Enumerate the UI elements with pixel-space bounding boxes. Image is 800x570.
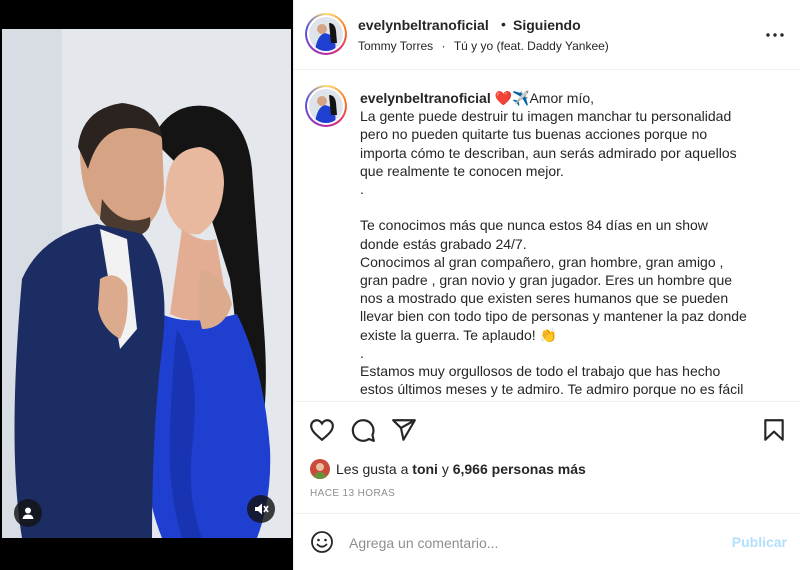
likes-prefix: Les gusta a	[336, 461, 409, 477]
music-artist: Tommy Torres	[358, 39, 434, 53]
post-photo[interactable]	[2, 29, 291, 538]
mute-button[interactable]	[247, 495, 275, 523]
publish-button[interactable]: Publicar	[732, 534, 787, 550]
header-username[interactable]: evelynbeltranoficial	[358, 17, 489, 33]
post-side-panel: evelynbeltranoficial • Siguiendo Tommy T…	[293, 0, 800, 570]
caption-line: nos a mostrado que existen seres humanos…	[360, 290, 729, 307]
avatar-image	[309, 17, 343, 51]
caption-line: gran padre , gran novio y gran jugador. …	[360, 272, 733, 289]
likes-count[interactable]: 6,966 personas más	[453, 461, 586, 477]
caption-line: Estamos muy orgullosos de todo el trabaj…	[360, 363, 721, 380]
post-actions: Les gusta a toni y 6,966 personas más HA…	[294, 401, 800, 513]
caption-line: que realmente te conocen mejor.	[360, 162, 564, 179]
share-button[interactable]	[391, 417, 417, 443]
emoji-button[interactable]	[310, 530, 334, 554]
music-info[interactable]: Tommy Torres · Tú y yo (feat. Daddy Yank…	[358, 39, 609, 53]
save-button[interactable]	[761, 417, 787, 443]
bookmark-icon	[764, 419, 784, 441]
couple-photo-illustration	[2, 29, 291, 538]
caption-line: ❤️✈️Amor mío,	[490, 90, 595, 106]
caption-text: evelynbeltranoficial ❤️✈️Amor mío, La ge…	[360, 89, 785, 398]
caption-line: llevar bien con todo tipo de personas y …	[360, 308, 747, 325]
caption-line: existe la guerra. Te aplaudo! 👏	[360, 326, 557, 343]
more-horizontal-icon	[766, 33, 784, 37]
caption-first-line: evelynbeltranoficial ❤️✈️Amor mío,	[360, 89, 785, 107]
more-options-button[interactable]	[766, 26, 784, 44]
comment-button[interactable]	[350, 417, 376, 443]
caption-line: pero no pueden quitarte tus buenas accio…	[360, 126, 708, 143]
heart-icon	[310, 419, 334, 442]
caption-avatar[interactable]	[305, 85, 347, 127]
user-tag-button[interactable]	[14, 499, 42, 527]
user-tag-icon	[22, 507, 34, 519]
following-button[interactable]: Siguiendo	[513, 17, 581, 33]
caption-line: donde estás grabado 24/7.	[360, 235, 527, 252]
caption-line: estos últimos meses y te admiro. Te admi…	[360, 381, 744, 398]
comment-input[interactable]	[349, 532, 709, 554]
liker-username[interactable]: toni	[412, 461, 438, 477]
emoji-icon	[311, 531, 333, 553]
caption-line: .	[360, 344, 364, 361]
comment-icon	[351, 419, 375, 442]
caption-line: Conocimos al gran compañero, gran hombre…	[360, 253, 724, 270]
caption-username[interactable]: evelynbeltranoficial	[360, 90, 491, 106]
caption-line: .	[360, 181, 364, 198]
music-separator: ·	[441, 39, 446, 53]
post-header: evelynbeltranoficial • Siguiendo Tommy T…	[294, 0, 800, 70]
share-icon	[392, 419, 416, 441]
caption-section: evelynbeltranoficial ❤️✈️Amor mío, La ge…	[294, 71, 800, 401]
header-separator: •	[501, 16, 506, 32]
likes-conjunction: y	[441, 461, 449, 477]
comment-bar: Publicar	[294, 513, 800, 570]
post-media[interactable]	[0, 0, 293, 570]
header-avatar[interactable]	[305, 13, 347, 55]
caption-line: Te conocimos más que nunca estos 84 días…	[360, 217, 708, 234]
avatar-image	[310, 459, 330, 479]
liker-avatar	[310, 459, 330, 479]
music-title: Tú y yo (feat. Daddy Yankee)	[453, 39, 609, 53]
post-timestamp[interactable]: HACE 13 HORAS	[310, 488, 395, 499]
likes-summary[interactable]: Les gusta a toni y 6,966 personas más	[310, 459, 586, 479]
muted-speaker-icon	[255, 503, 269, 515]
like-button[interactable]	[309, 417, 335, 443]
avatar-image	[309, 89, 343, 123]
caption-line: La gente puede destruir tu imagen mancha…	[360, 108, 732, 125]
caption-line: importa cómo te describan, aun serás adm…	[360, 144, 737, 161]
